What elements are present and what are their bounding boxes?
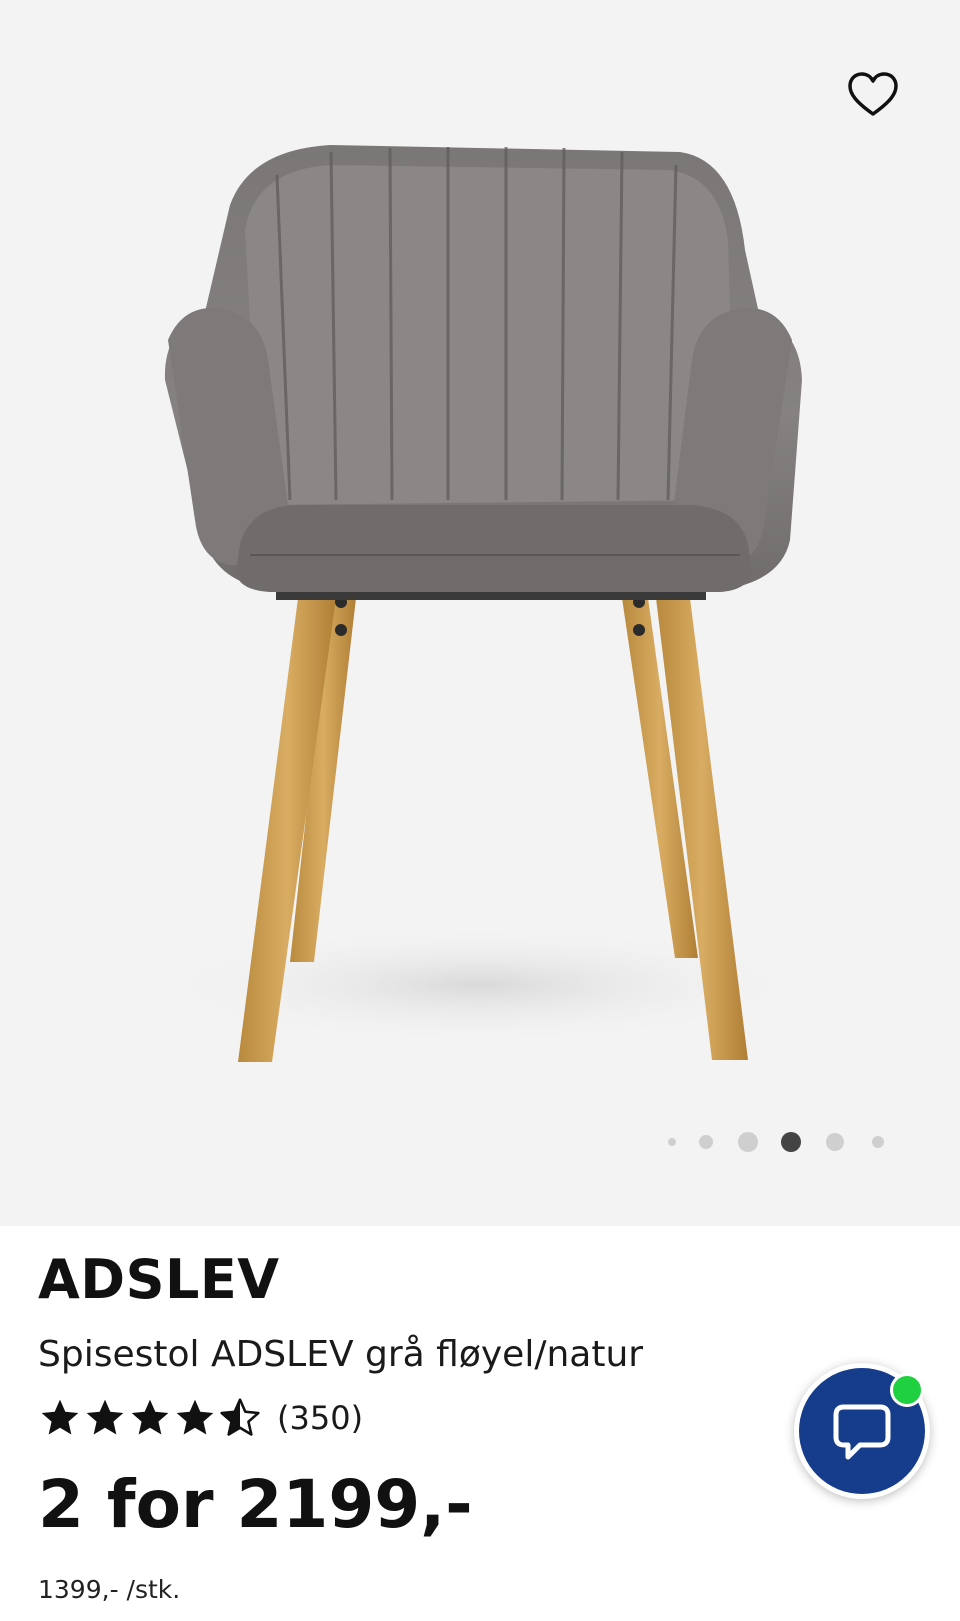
unit-price: 1399,- /stk.	[38, 1575, 181, 1604]
product-image[interactable]	[0, 0, 960, 1226]
carousel-dot-active[interactable]	[781, 1132, 801, 1152]
carousel-dot[interactable]	[668, 1138, 676, 1146]
carousel-dot[interactable]	[738, 1132, 758, 1152]
product-brand: ADSLEV	[38, 1248, 280, 1311]
favorite-button[interactable]	[846, 70, 900, 120]
online-status-dot	[890, 1373, 924, 1407]
carousel-pagination	[0, 1130, 960, 1154]
star-half-icon	[220, 1398, 260, 1436]
review-count[interactable]: (350)	[277, 1399, 363, 1437]
carousel-dot[interactable]	[699, 1135, 713, 1149]
carousel-dot[interactable]	[826, 1133, 844, 1151]
product-price: 2 for 2199,-	[38, 1466, 473, 1543]
product-subtitle: Spisestol ADSLEV grå fløyel/natur	[38, 1334, 644, 1375]
chat-button[interactable]	[794, 1363, 930, 1499]
product-rating[interactable]: (350)	[38, 1394, 363, 1442]
carousel-dot[interactable]	[872, 1136, 884, 1148]
star-full-icon	[176, 1399, 214, 1435]
product-image-gallery[interactable]	[0, 0, 960, 1226]
heart-outline-icon	[848, 72, 898, 116]
star-full-icon	[131, 1399, 169, 1435]
chat-bubble-icon	[833, 1404, 891, 1460]
rating-stars	[38, 1396, 263, 1440]
product-page: ADSLEV Spisestol ADSLEV grå fløyel/natur	[0, 0, 960, 1621]
star-full-icon	[41, 1399, 79, 1435]
star-full-icon	[86, 1399, 124, 1435]
